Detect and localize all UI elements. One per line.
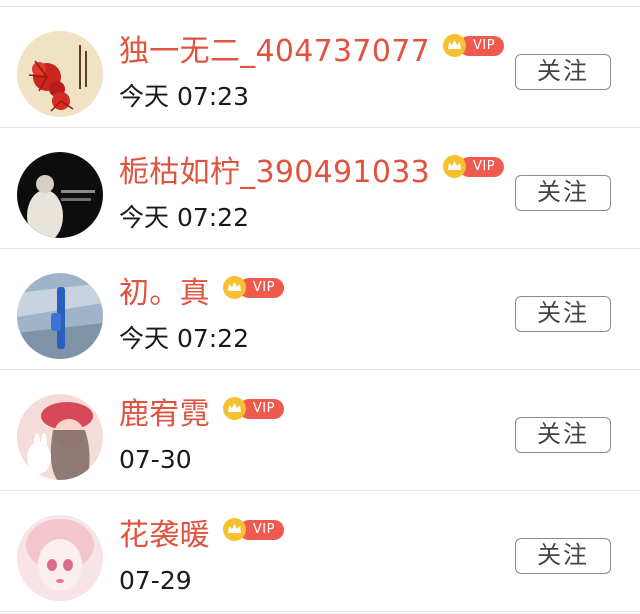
user-name[interactable]: 独一无二_404737077 bbox=[119, 29, 430, 75]
follow-button[interactable]: 关注 bbox=[515, 175, 611, 211]
vip-badge: VIP bbox=[222, 275, 284, 299]
user-name[interactable]: 初。真 bbox=[119, 271, 210, 317]
avatar[interactable] bbox=[17, 152, 103, 238]
user-name[interactable]: 栀枯如柠_390491033 bbox=[119, 150, 430, 196]
list-item[interactable]: 花袭暖 VIP 07-29 关注 bbox=[0, 491, 640, 612]
timestamp: 07-29 bbox=[119, 566, 192, 595]
vip-badge: VIP bbox=[222, 517, 284, 541]
user-name[interactable]: 花袭暖 bbox=[119, 513, 210, 559]
follower-list: 独一无二_404737077 VIP 今天 07:23 关注 栀枯如柠_3904… bbox=[0, 0, 640, 614]
list-item[interactable]: 栀枯如柠_390491033 VIP 今天 07:22 关注 bbox=[0, 128, 640, 249]
avatar[interactable] bbox=[17, 273, 103, 359]
divider bbox=[0, 611, 640, 612]
follow-button[interactable]: 关注 bbox=[515, 54, 611, 90]
avatar[interactable] bbox=[17, 394, 103, 480]
vip-badge: VIP bbox=[442, 33, 505, 57]
timestamp: 今天 07:23 bbox=[119, 82, 249, 111]
timestamp: 今天 07:22 bbox=[119, 203, 249, 232]
avatar[interactable] bbox=[17, 515, 103, 601]
crown-icon bbox=[222, 517, 246, 541]
crown-icon bbox=[222, 396, 246, 420]
crown-icon bbox=[442, 33, 466, 57]
list-item[interactable]: 初。真 VIP 今天 07:22 关注 bbox=[0, 249, 640, 370]
vip-badge: VIP bbox=[222, 396, 284, 420]
follow-button[interactable]: 关注 bbox=[515, 538, 611, 574]
crown-icon bbox=[442, 154, 466, 178]
timestamp: 07-30 bbox=[119, 445, 192, 474]
list-item[interactable]: 独一无二_404737077 VIP 今天 07:23 关注 bbox=[0, 7, 640, 128]
avatar[interactable] bbox=[17, 31, 103, 117]
user-name[interactable]: 鹿宥霓 bbox=[119, 392, 210, 438]
follow-button[interactable]: 关注 bbox=[515, 417, 611, 453]
list-item[interactable]: 鹿宥霓 VIP 07-30 关注 bbox=[0, 370, 640, 491]
vip-badge: VIP bbox=[442, 154, 505, 178]
crown-icon bbox=[222, 275, 246, 299]
follow-button[interactable]: 关注 bbox=[515, 296, 611, 332]
timestamp: 今天 07:22 bbox=[119, 324, 249, 353]
